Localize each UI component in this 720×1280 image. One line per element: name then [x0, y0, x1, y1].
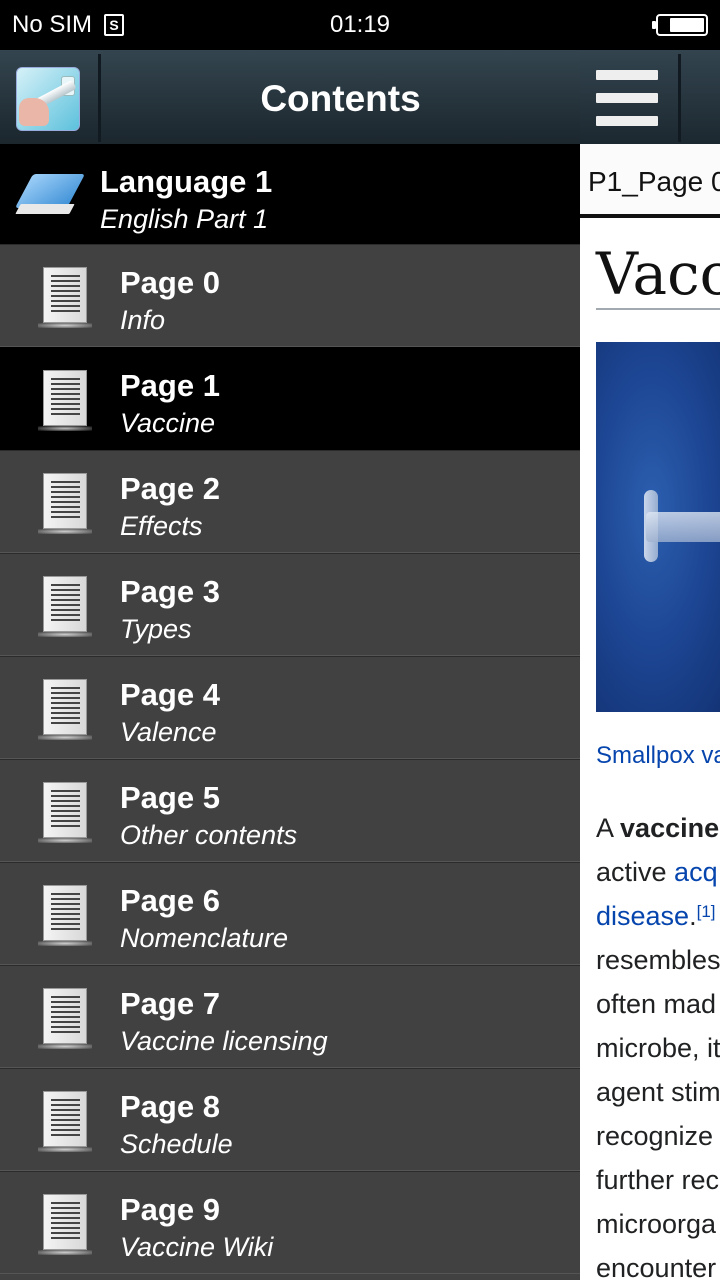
page-item-1[interactable]: Page 1 Vaccine	[0, 347, 580, 450]
body-line: microorga	[596, 1209, 717, 1239]
status-bar: No SIM S 01:19	[0, 0, 720, 50]
page-item-title: Page 3	[120, 574, 220, 609]
page-item-subtitle: Vaccine licensing	[120, 1026, 328, 1056]
body-text: .	[689, 901, 697, 931]
drawer-title: Contents	[260, 78, 421, 119]
page-item-6[interactable]: Page 6 Nomenclature	[0, 862, 580, 965]
body-line: microbe, it	[596, 1033, 720, 1063]
app-logo-icon[interactable]	[16, 67, 80, 131]
title-divider	[596, 308, 720, 310]
body-line: encounter	[596, 1253, 717, 1280]
article-body: A vaccine active acq disease.[1] resembl…	[596, 806, 720, 1280]
document-icon	[38, 473, 92, 535]
drawer-header: Contents	[0, 50, 580, 144]
page-item-title: Page 2	[120, 471, 220, 506]
page-item-0[interactable]: Page 0 Info	[0, 244, 580, 347]
body-line: agent stim	[596, 1077, 720, 1107]
body-text: A	[596, 813, 621, 843]
page-item-title: Page 4	[120, 677, 220, 712]
page-list: Page 0 Info Page 1 Vaccine Page 2 Effect…	[0, 244, 580, 1274]
navigation-drawer: Contents Language 1 English Part 1 Page …	[0, 50, 580, 1280]
page-item-title: Page 8	[120, 1089, 220, 1124]
page-item-subtitle: Nomenclature	[120, 923, 289, 953]
document-icon	[38, 1091, 92, 1153]
document-icon	[38, 267, 92, 329]
page-item-8[interactable]: Page 8 Schedule	[0, 1068, 580, 1171]
document-icon	[38, 370, 92, 432]
menu-icon[interactable]	[596, 70, 658, 126]
language-title: Language 1	[100, 164, 273, 199]
body-link[interactable]: acq	[674, 857, 718, 887]
page-item-subtitle: Vaccine Wiki	[120, 1232, 274, 1262]
page-item-subtitle: Valence	[120, 717, 217, 747]
page-item-4[interactable]: Page 4 Valence	[0, 656, 580, 759]
image-caption-link[interactable]: Smallpox va	[596, 742, 720, 770]
page-item-title: Page 6	[120, 883, 220, 918]
body-line: often mad	[596, 989, 717, 1019]
page-item-title: Page 5	[120, 780, 220, 815]
article-image[interactable]	[596, 342, 720, 712]
page-item-subtitle: Types	[120, 614, 192, 644]
page-item-title: Page 7	[120, 986, 220, 1021]
page-item-subtitle: Effects	[120, 511, 203, 541]
page-item-subtitle: Vaccine	[120, 408, 216, 438]
article-tab[interactable]: P1_Page 0	[580, 144, 720, 218]
page-item-3[interactable]: Page 3 Types	[0, 553, 580, 656]
body-line: recognize	[596, 1121, 714, 1151]
page-item-subtitle: Other contents	[120, 820, 298, 850]
article-panel: P1_Page 0 Vacc Smallpox va A vaccine act…	[580, 50, 720, 1280]
book-icon	[14, 172, 86, 218]
article-title: Vacc	[596, 240, 720, 308]
document-icon	[38, 988, 92, 1050]
document-icon	[38, 885, 92, 947]
page-item-subtitle: Schedule	[120, 1129, 233, 1159]
page-item-2[interactable]: Page 2 Effects	[0, 450, 580, 553]
body-line: further rec	[596, 1165, 720, 1195]
body-link[interactable]: disease	[596, 901, 689, 931]
page-item-subtitle: Info	[120, 305, 166, 335]
language-row[interactable]: Language 1 English Part 1	[0, 144, 580, 244]
battery-icon	[652, 14, 708, 36]
language-subtitle: English Part 1	[100, 204, 269, 234]
citation-link[interactable]: [1]	[697, 902, 716, 921]
document-icon	[38, 782, 92, 844]
page-item-title: Page 0	[120, 265, 220, 300]
article-tab-label: P1_Page 0	[588, 166, 720, 197]
document-icon	[38, 1194, 92, 1256]
page-item-9[interactable]: Page 9 Vaccine Wiki	[0, 1171, 580, 1274]
body-text: active	[596, 857, 675, 887]
page-item-title: Page 9	[120, 1192, 220, 1227]
toolbar-divider	[678, 54, 681, 142]
page-item-5[interactable]: Page 5 Other contents	[0, 759, 580, 862]
body-bold-term: vaccine	[620, 813, 720, 843]
document-icon	[38, 679, 92, 741]
document-icon	[38, 576, 92, 638]
page-item-title: Page 1	[120, 368, 220, 403]
page-item-7[interactable]: Page 7 Vaccine licensing	[0, 965, 580, 1068]
body-line: resembles	[596, 945, 720, 975]
syringe-barrel	[646, 512, 720, 542]
article-toolbar	[580, 50, 720, 144]
clock: 01:19	[329, 11, 391, 38]
